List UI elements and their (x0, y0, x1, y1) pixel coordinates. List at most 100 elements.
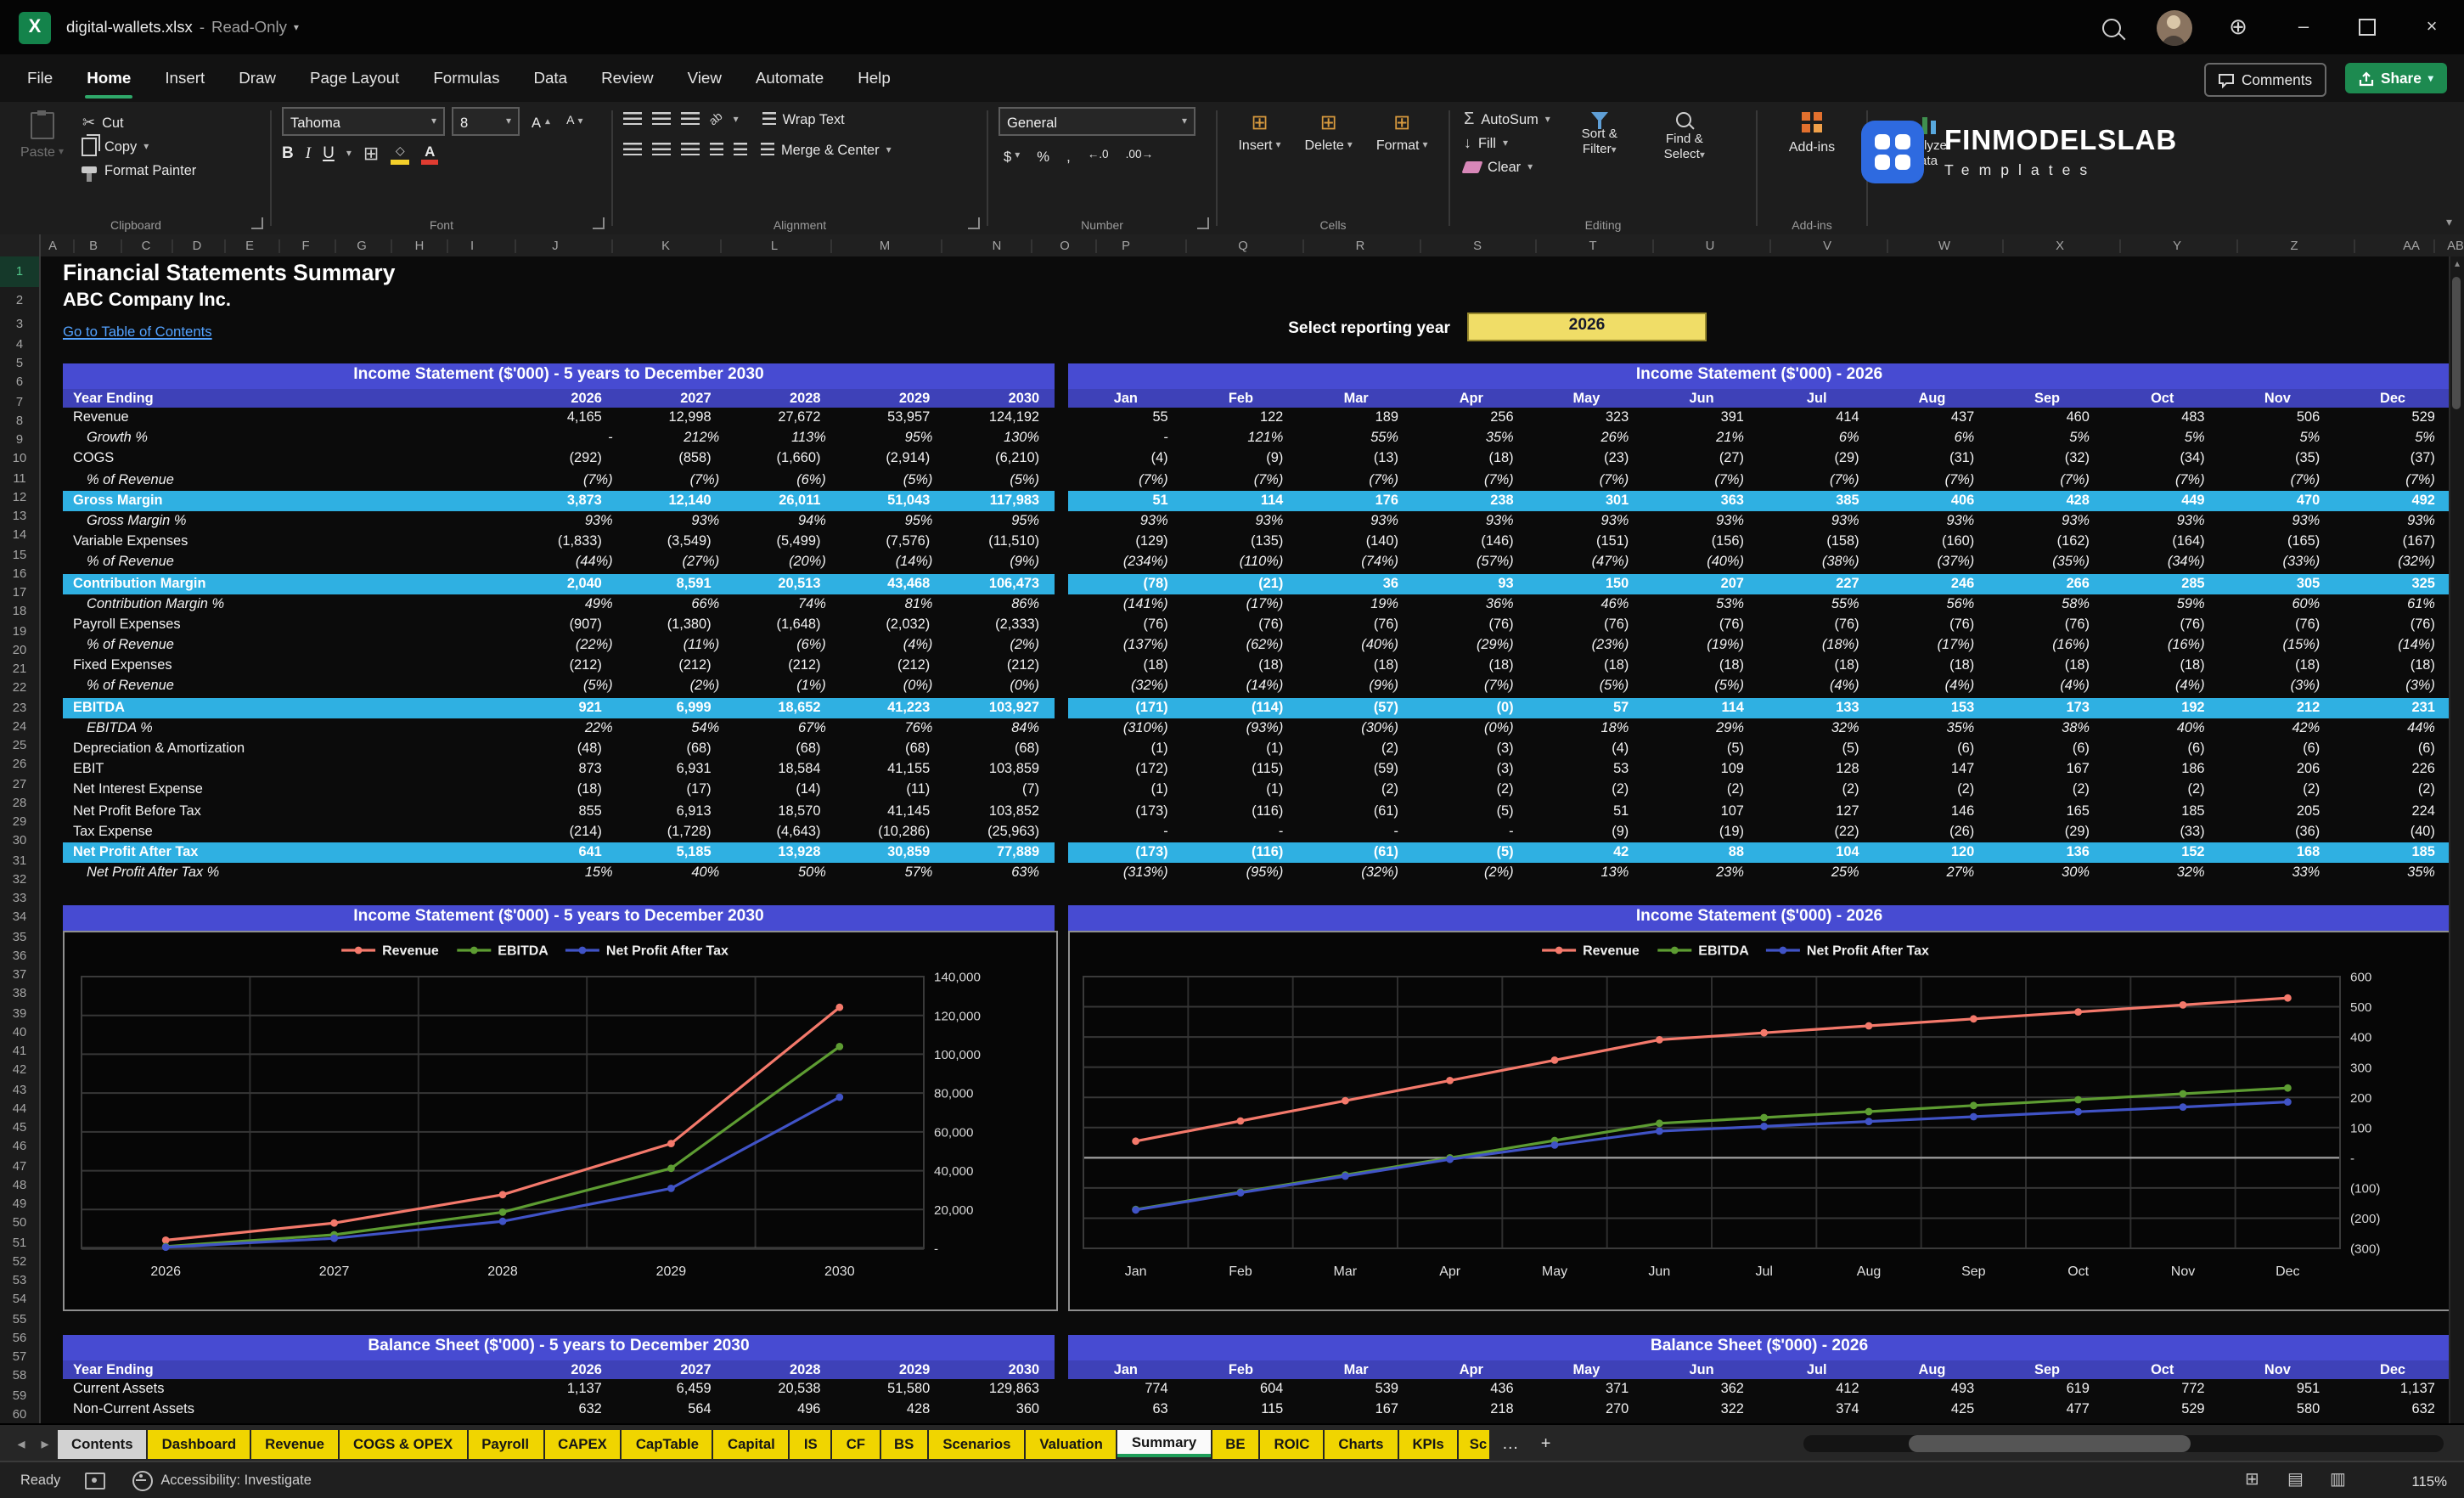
cell[interactable]: 8,591 (617, 573, 727, 594)
cell[interactable]: 35% (1875, 718, 1990, 739)
cell[interactable]: (212) (617, 656, 727, 677)
scroll-up-icon[interactable]: ▴ (2450, 258, 2464, 270)
align-center-icon[interactable] (652, 142, 671, 157)
align-right-icon[interactable] (681, 142, 700, 157)
ribbon-tab-draw[interactable]: Draw (222, 54, 293, 102)
row-header-39[interactable]: 39 (0, 1003, 39, 1022)
cell[interactable]: 114 (1184, 491, 1299, 511)
cell[interactable]: (2) (2220, 780, 2336, 801)
row-header-52[interactable]: 52 (0, 1252, 39, 1271)
cell[interactable]: (32%) (2335, 553, 2450, 573)
cell[interactable]: (37%) (1875, 553, 1990, 573)
cell[interactable]: (76) (1529, 615, 1645, 635)
row-header-10[interactable]: 10 (0, 449, 39, 469)
cell[interactable]: 6% (1759, 428, 1875, 448)
cell[interactable]: (2) (1414, 780, 1529, 801)
cell[interactable]: 5% (2335, 428, 2450, 448)
column-header-cell[interactable]: May (1529, 1360, 1645, 1379)
cell[interactable]: 147 (1875, 759, 1990, 780)
cell[interactable]: (9%) (1298, 677, 1414, 697)
cell[interactable]: (11%) (628, 635, 735, 656)
row-header-33[interactable]: 33 (0, 888, 39, 908)
row-header-7[interactable]: 7 (0, 391, 39, 411)
cell[interactable]: 270 (1529, 1399, 1645, 1420)
cell[interactable]: (2) (1644, 780, 1759, 801)
cell[interactable]: 873 (508, 759, 617, 780)
row-header-31[interactable]: 31 (0, 850, 39, 870)
cell[interactable]: (156) (1644, 532, 1759, 552)
cell[interactable]: 18,570 (727, 801, 836, 821)
cell[interactable]: 323 (1529, 408, 1645, 428)
search-button[interactable] (2082, 0, 2140, 54)
cell[interactable]: 5% (2105, 428, 2220, 448)
cell[interactable]: (23%) (1529, 635, 1645, 656)
cell[interactable]: 41,223 (835, 697, 945, 718)
cell[interactable]: (18) (2105, 656, 2220, 677)
cell[interactable]: (15%) (2220, 635, 2336, 656)
cell[interactable]: (68) (617, 739, 727, 759)
cell[interactable]: (4) (1068, 449, 1184, 470)
cell[interactable]: 412 (1759, 1379, 1875, 1399)
cell[interactable]: (4%) (841, 635, 948, 656)
column-header-cell[interactable]: 2030 (945, 388, 1055, 408)
find-select-button[interactable]: Find & Select▾ (1645, 107, 1724, 168)
column-header-P[interactable]: P (1109, 234, 1143, 256)
cell[interactable]: 428 (1989, 491, 2105, 511)
cell[interactable]: 167 (1989, 759, 2105, 780)
cell[interactable]: 385 (1759, 491, 1875, 511)
cell[interactable]: (2%) (628, 677, 735, 697)
cell[interactable]: (6) (2220, 739, 2336, 759)
row-header-34[interactable]: 34 (0, 908, 39, 927)
row-header-19[interactable]: 19 (0, 621, 39, 640)
cell[interactable]: 20,513 (727, 573, 836, 594)
comma-style-button[interactable]: , (1061, 143, 1076, 168)
row-header-46[interactable]: 46 (0, 1137, 39, 1157)
cell[interactable]: 130% (948, 428, 1055, 448)
cell[interactable]: 153 (1875, 697, 1990, 718)
cell[interactable]: 33% (2220, 863, 2336, 883)
cell[interactable]: 20,538 (727, 1379, 836, 1399)
cell[interactable]: 66% (628, 594, 735, 614)
cell[interactable]: (1%) (734, 677, 841, 697)
cell[interactable]: (6,210) (945, 449, 1055, 470)
row-header-16[interactable]: 16 (0, 564, 39, 583)
dialog-launcher-icon[interactable] (251, 217, 263, 229)
row-header-3[interactable]: 3 (0, 313, 39, 336)
cell[interactable]: (1,648) (727, 615, 836, 635)
cell[interactable]: (32) (1989, 449, 2105, 470)
cell[interactable]: (2) (1875, 780, 1990, 801)
column-header-cell[interactable]: 2027 (617, 1360, 727, 1379)
cell[interactable]: 56% (1875, 594, 1990, 614)
cell[interactable]: 54% (628, 718, 735, 739)
fill-button[interactable]: ↓ Fill ▾ (1460, 131, 1554, 155)
row-label-cell[interactable]: Fixed Expenses (63, 656, 508, 677)
cell[interactable]: (158) (1759, 532, 1875, 552)
cell[interactable]: 95% (841, 511, 948, 532)
row-label-cell[interactable]: Contribution Margin % (63, 594, 521, 614)
row-label-cell[interactable]: Variable Expenses (63, 532, 508, 552)
column-header-cell[interactable]: Dec (2335, 1360, 2450, 1379)
row-label-cell[interactable]: % of Revenue (63, 677, 521, 697)
column-header-cell[interactable]: Oct (2105, 388, 2220, 408)
cell[interactable]: 619 (1989, 1379, 2105, 1399)
cell[interactable]: 32% (1759, 718, 1875, 739)
cell[interactable]: 46% (1529, 594, 1645, 614)
cell[interactable]: (26) (1875, 822, 1990, 842)
cell[interactable]: 437 (1875, 408, 1990, 428)
column-header-cell[interactable]: 2026 (508, 1360, 617, 1379)
cell[interactable]: (30%) (1298, 718, 1414, 739)
comments-button[interactable]: Comments (2204, 63, 2326, 97)
cell[interactable]: 77,889 (945, 842, 1055, 863)
cell[interactable]: (5%) (1529, 677, 1645, 697)
cell[interactable]: 176 (1298, 491, 1414, 511)
cell[interactable]: (40%) (1298, 635, 1414, 656)
cell[interactable]: (2,914) (835, 449, 945, 470)
monthly-line-chart[interactable]: 600 500 400 300 200 100 - (100) (200) (300) Jan Feb… (1068, 931, 2454, 1311)
column-header-M[interactable]: M (868, 234, 902, 256)
cell[interactable]: 322 (1644, 1399, 1759, 1420)
cell[interactable]: (2) (1298, 739, 1414, 759)
ribbon-tab-page-layout[interactable]: Page Layout (293, 54, 416, 102)
copy-button[interactable]: Copy ▾ (79, 133, 200, 158)
ribbon-tab-home[interactable]: Home (70, 54, 148, 102)
sheet-tab-contents[interactable]: Contents (58, 1429, 147, 1458)
